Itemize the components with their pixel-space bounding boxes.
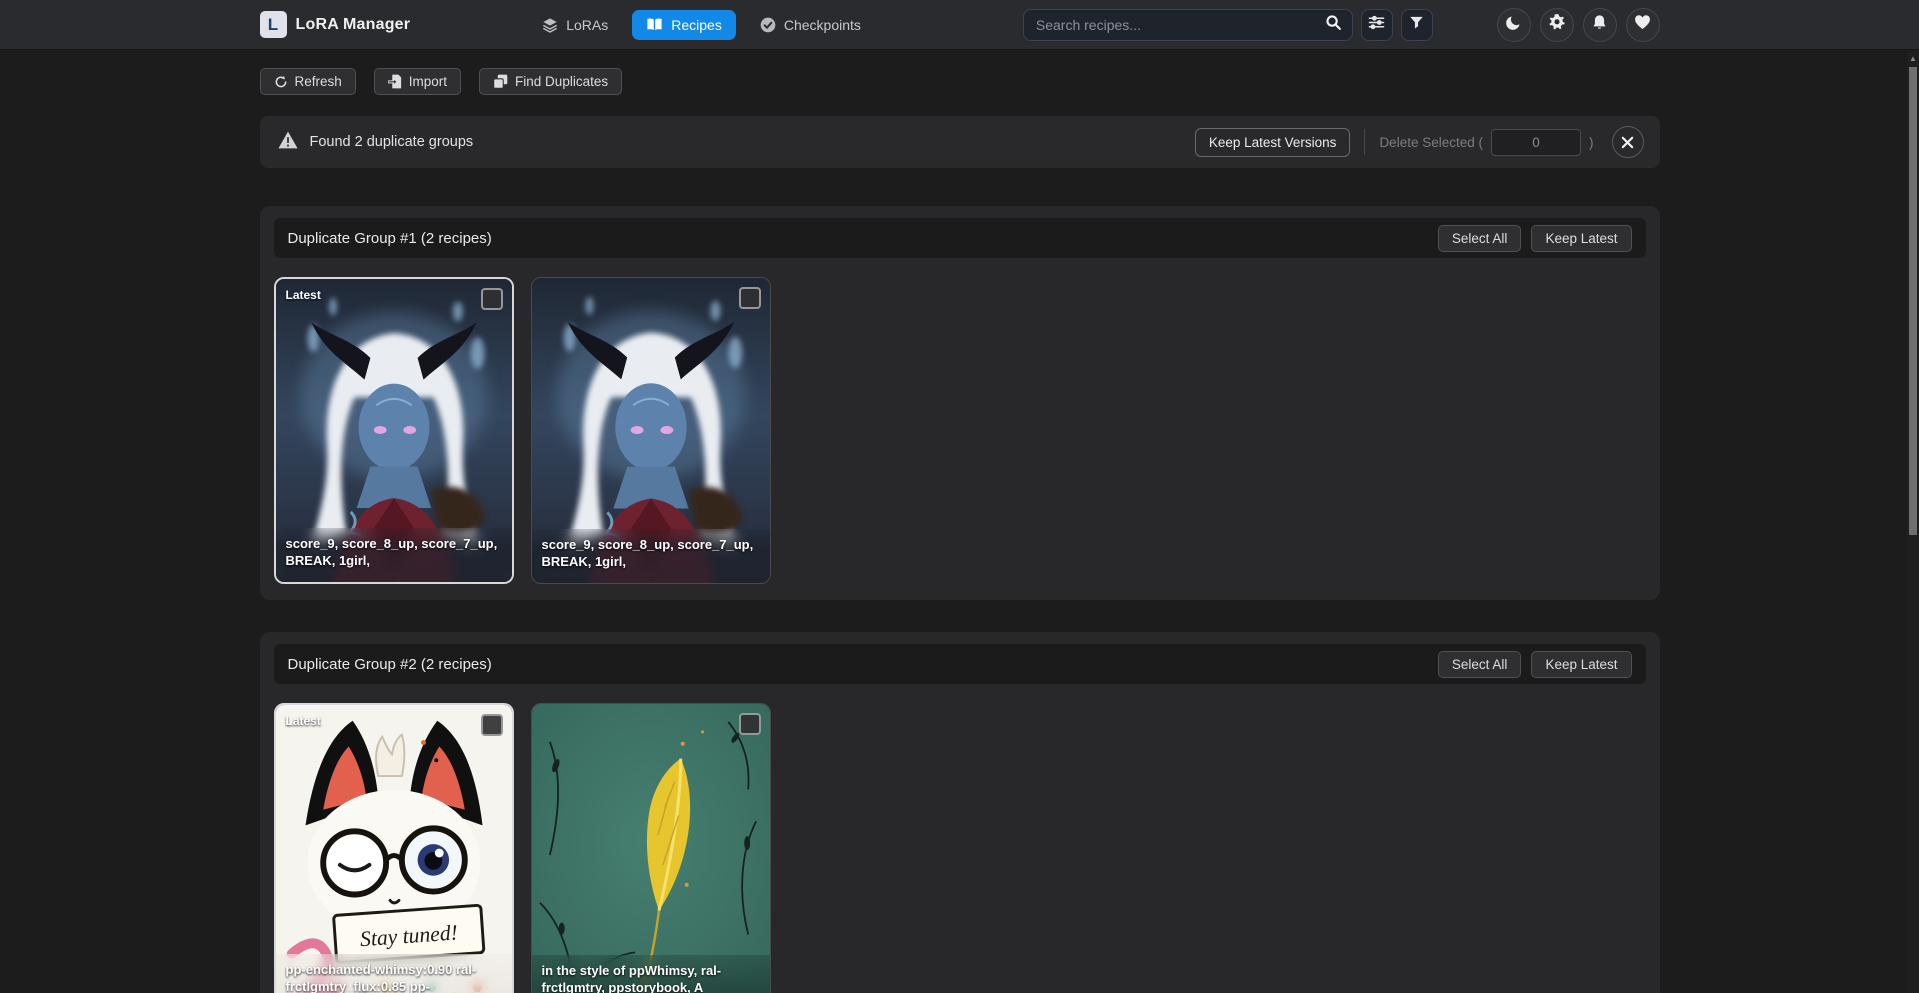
- import-button[interactable]: Import: [374, 68, 461, 95]
- group-1-cards: Latest score_9, score_8_up, score_7_up, …: [274, 277, 1646, 584]
- search-input[interactable]: [1036, 17, 1325, 33]
- recipe-card[interactable]: in the style of ppWhimsy, ral-frctlgmtry…: [531, 703, 771, 993]
- scrollbar[interactable]: ▲: [1907, 51, 1919, 993]
- bell-icon: [1591, 14, 1608, 36]
- delete-count-input[interactable]: [1491, 129, 1581, 156]
- alert-message: Found 2 duplicate groups: [310, 134, 474, 150]
- recipe-caption: score_9, score_8_up, score_7_up, BREAK, …: [276, 528, 512, 582]
- import-label: Import: [409, 74, 447, 89]
- scrollbar-thumb[interactable]: [1909, 67, 1917, 535]
- latest-badge: Latest: [286, 714, 321, 728]
- group-1-keep-latest-button[interactable]: Keep Latest: [1531, 225, 1631, 252]
- group-2-select-all-button[interactable]: Select All: [1438, 651, 1522, 678]
- find-duplicates-button[interactable]: Find Duplicates: [479, 68, 622, 95]
- duplicates-alert-bar: Found 2 duplicate groups Keep Latest Ver…: [260, 116, 1660, 168]
- tab-checkpoints[interactable]: Checkpoints: [746, 10, 875, 40]
- delete-selected-group: Delete Selected ( ): [1379, 129, 1593, 156]
- moon-icon: [1505, 14, 1522, 36]
- recipe-thumbnail-cat-art: Stay tuned!: [276, 705, 512, 993]
- latest-badge: Latest: [286, 288, 321, 302]
- divider: [1364, 129, 1365, 155]
- group-2-title: Duplicate Group #2 (2 recipes): [288, 656, 492, 673]
- page: L LoRA Manager LoRAs: [0, 0, 1919, 993]
- book-icon: [646, 17, 663, 32]
- tab-recipes-label: Recipes: [671, 17, 722, 33]
- navbar-actions: [1497, 8, 1660, 42]
- duplicate-group-1: Duplicate Group #1 (2 recipes) Select Al…: [260, 206, 1660, 600]
- refresh-button[interactable]: Refresh: [260, 68, 356, 95]
- app-logo: L: [260, 11, 287, 38]
- nav-tabs: LoRAs Recipes: [528, 10, 875, 40]
- navbar: L LoRA Manager LoRAs: [0, 0, 1919, 50]
- filter-settings-button[interactable]: [1361, 9, 1393, 41]
- delete-selected-label: Delete Selected (: [1379, 135, 1483, 150]
- refresh-icon: [274, 75, 288, 89]
- recipe-caption: pp-enchanted-whimsy:0.90 ral-frctlgmtry_…: [276, 954, 512, 993]
- settings-button[interactable]: [1540, 8, 1574, 42]
- recipe-thumbnail-feather-art: [532, 704, 770, 993]
- group-2-cards: Stay tuned! Latest pp-enchanted-whimsy:0…: [274, 703, 1646, 993]
- recipe-card[interactable]: Latest score_9, score_8_up, score_7_up, …: [274, 277, 514, 584]
- app-title: LoRA Manager: [296, 16, 411, 34]
- recipe-checkbox[interactable]: [481, 714, 503, 736]
- warning-icon: [278, 131, 298, 154]
- support-button[interactable]: [1626, 8, 1660, 42]
- gear-icon: [1548, 13, 1566, 36]
- theme-toggle-button[interactable]: [1497, 8, 1531, 42]
- recipe-checkbox[interactable]: [739, 713, 761, 735]
- scrollbar-up-arrow[interactable]: ▲: [1907, 54, 1919, 64]
- recipe-caption: score_9, score_8_up, score_7_up, BREAK, …: [532, 529, 770, 583]
- funnel-icon: [1409, 15, 1424, 35]
- delete-selected-suffix: ): [1589, 135, 1594, 150]
- recipe-checkbox[interactable]: [739, 287, 761, 309]
- group-1-header: Duplicate Group #1 (2 recipes) Select Al…: [274, 218, 1646, 258]
- heart-icon: [1634, 14, 1651, 35]
- check-circle-icon: [760, 17, 776, 33]
- close-icon[interactable]: [1612, 126, 1644, 158]
- group-2-header: Duplicate Group #2 (2 recipes) Select Al…: [274, 644, 1646, 684]
- group-2-keep-latest-button[interactable]: Keep Latest: [1531, 651, 1631, 678]
- import-icon: [388, 74, 402, 89]
- sliders-icon: [1368, 15, 1385, 35]
- find-duplicates-label: Find Duplicates: [515, 74, 608, 89]
- search-box: [1023, 9, 1353, 41]
- notifications-button[interactable]: [1583, 8, 1617, 42]
- filter-button[interactable]: [1401, 9, 1433, 41]
- recipe-card[interactable]: score_9, score_8_up, score_7_up, BREAK, …: [531, 277, 771, 584]
- tab-checkpoints-label: Checkpoints: [784, 17, 861, 33]
- layers-icon: [542, 17, 558, 33]
- duplicate-group-2: Duplicate Group #2 (2 recipes) Select Al…: [260, 632, 1660, 993]
- search-icon[interactable]: [1325, 14, 1342, 36]
- group-1-title: Duplicate Group #1 (2 recipes): [288, 230, 492, 247]
- tab-loras-label: LoRAs: [566, 17, 608, 33]
- app-logo-group[interactable]: L LoRA Manager: [260, 11, 411, 38]
- app-logo-letter: L: [268, 15, 278, 35]
- keep-latest-versions-button[interactable]: Keep Latest Versions: [1195, 128, 1351, 157]
- group-1-select-all-button[interactable]: Select All: [1438, 225, 1522, 252]
- recipe-caption: in the style of ppWhimsy, ral-frctlgmtry…: [532, 955, 770, 993]
- tab-loras[interactable]: LoRAs: [528, 10, 622, 40]
- tab-recipes[interactable]: Recipes: [632, 10, 736, 40]
- duplicates-icon: [493, 74, 508, 89]
- recipe-checkbox[interactable]: [481, 288, 503, 310]
- toolbar: Refresh Import Find Dupl: [260, 68, 1660, 95]
- refresh-label: Refresh: [295, 74, 342, 89]
- recipe-card[interactable]: Stay tuned! Latest pp-enchanted-whimsy:0…: [274, 703, 514, 993]
